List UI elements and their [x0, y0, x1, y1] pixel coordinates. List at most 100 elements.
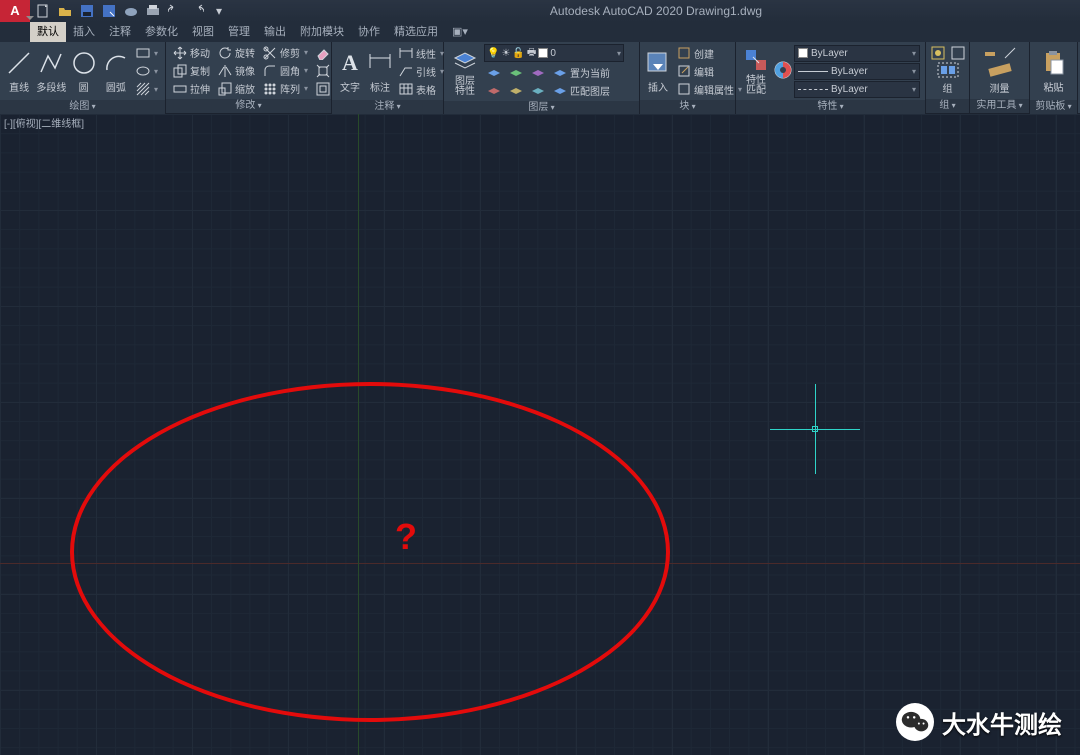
panel-anno-title[interactable]: 注释	[374, 101, 400, 112]
tab-default[interactable]: 默认	[30, 22, 66, 42]
tab-view[interactable]: 视图	[185, 22, 221, 42]
tab-insert[interactable]: 插入	[66, 22, 102, 42]
tab-collab[interactable]: 协作	[351, 22, 387, 42]
panel-annotate: A文字 标注 线性 引线 表格 注释	[332, 42, 444, 113]
layer-btn-1[interactable]	[484, 64, 504, 81]
tab-featured[interactable]: 精选应用	[387, 22, 445, 42]
tab-addins[interactable]: 附加模块	[293, 22, 351, 42]
panel-draw-title[interactable]: 绘图	[69, 101, 95, 112]
group-edit-button[interactable]	[948, 44, 968, 61]
panel-layers-title[interactable]: 图层	[528, 102, 554, 113]
panel-modify: 移动 复制 拉伸 旋转 镜像 缩放 修剪 圆角 阵列 修改	[166, 42, 332, 113]
layer-btn-6[interactable]	[528, 82, 548, 99]
layer-btn-2[interactable]	[484, 82, 504, 99]
group-create-button[interactable]	[928, 44, 948, 61]
redo-icon[interactable]	[188, 2, 206, 20]
util-btn-1[interactable]	[980, 44, 1000, 61]
lineweight-combo[interactable]: ByLayer	[794, 63, 920, 80]
scale-label: 缩放	[235, 81, 255, 96]
layer-btn-3[interactable]	[506, 64, 526, 81]
tab-parametric[interactable]: 参数化	[138, 22, 185, 42]
panel-util: 测量 实用工具	[970, 42, 1030, 113]
trim-button[interactable]: 修剪	[260, 44, 311, 61]
app-title: Autodesk AutoCAD 2020 Drawing1.dwg	[232, 4, 1080, 18]
watermark: 大水牛测绘	[896, 703, 1062, 741]
edit-label: 编辑	[694, 64, 714, 79]
layer-btn-4[interactable]	[506, 82, 526, 99]
create-label: 创建	[694, 46, 714, 61]
array-button[interactable]: 阵列	[260, 80, 311, 97]
plot-icon[interactable]	[144, 2, 162, 20]
matchlayer-button[interactable]: 匹配图层	[550, 82, 613, 99]
undo-icon[interactable]	[166, 2, 184, 20]
circle-button[interactable]: 圆	[69, 44, 99, 98]
util-btn-2[interactable]	[1000, 44, 1020, 61]
copy-button[interactable]: 复制	[170, 62, 213, 79]
table-button[interactable]: 表格	[396, 81, 447, 98]
matchlayer-label: 匹配图层	[570, 83, 610, 98]
leader-button[interactable]: 引线	[396, 63, 447, 80]
linear-button[interactable]: 线性	[396, 45, 447, 62]
qat-dropdown-icon[interactable]: ▾	[210, 2, 228, 20]
bulb-icon: 💡	[487, 48, 499, 59]
drawing-canvas[interactable]: [-][俯视][二维线框] ? 大水牛测绘	[0, 114, 1080, 755]
tab-apps-icon[interactable]: ▣▾	[445, 22, 475, 42]
insert-button[interactable]: 插入	[644, 44, 672, 98]
text-button[interactable]: A文字	[336, 44, 364, 98]
move-button[interactable]: 移动	[170, 44, 213, 61]
app-menu-button[interactable]: A	[0, 0, 30, 22]
erase-button[interactable]	[313, 44, 333, 61]
offset-button[interactable]	[313, 80, 333, 97]
tab-manage[interactable]: 管理	[221, 22, 257, 42]
viewport-label[interactable]: [-][俯视][二维线框]	[4, 115, 84, 130]
tab-annotate[interactable]: 注释	[102, 22, 138, 42]
saveas-icon[interactable]	[100, 2, 118, 20]
edit-button[interactable]: 编辑	[674, 63, 745, 80]
color-button[interactable]	[774, 44, 792, 98]
color-swatch	[538, 48, 548, 58]
scale-button[interactable]: 缩放	[215, 80, 258, 97]
open-icon[interactable]	[56, 2, 74, 20]
panel-clip-title[interactable]: 剪贴板	[1035, 101, 1071, 112]
mirror-label: 镜像	[235, 63, 255, 78]
explode-button[interactable]	[313, 62, 333, 79]
panel-block-title[interactable]: 块	[679, 101, 695, 112]
paste-button[interactable]: 粘贴	[1034, 44, 1073, 98]
tab-output[interactable]: 输出	[257, 22, 293, 42]
setcurrent-button[interactable]: 置为当前	[550, 64, 613, 81]
stretch-button[interactable]: 拉伸	[170, 80, 213, 97]
save-icon[interactable]	[78, 2, 96, 20]
layer-props-button[interactable]: 图层 特性	[448, 45, 482, 99]
arc-button[interactable]: 圆弧	[101, 44, 131, 98]
hatch-button[interactable]	[133, 81, 161, 98]
line-button[interactable]: 直线	[4, 44, 34, 98]
linetype-combo[interactable]: ByLayer	[794, 81, 920, 98]
panel-util-title[interactable]: 实用工具	[976, 100, 1022, 111]
text-label: 文字	[340, 79, 360, 94]
copy-label: 复制	[190, 63, 210, 78]
move-label: 移动	[190, 45, 210, 60]
group-button[interactable]: 组	[930, 61, 966, 95]
mirror-button[interactable]: 镜像	[215, 62, 258, 79]
matchprop-button[interactable]: 特性 匹配	[740, 44, 772, 98]
create-button[interactable]: 创建	[674, 45, 745, 62]
panel-draw: 直线 多段线 圆 圆弧 绘图	[0, 42, 166, 113]
new-icon[interactable]	[34, 2, 52, 20]
ellipse-button[interactable]	[133, 63, 161, 80]
editattr-button[interactable]: 编辑属性	[674, 81, 745, 98]
fillet-button[interactable]: 圆角	[260, 62, 311, 79]
cloud-icon[interactable]	[122, 2, 140, 20]
wechat-icon	[896, 703, 934, 741]
measure-button[interactable]: 测量	[974, 61, 1026, 95]
layer-combo[interactable]: 💡 ☀ 🔓 🖶 0	[484, 44, 624, 62]
polyline-button[interactable]: 多段线	[36, 44, 66, 98]
rotate-button[interactable]: 旋转	[215, 44, 258, 61]
panel-modify-title[interactable]: 修改	[235, 100, 261, 111]
color-combo[interactable]: ByLayer	[794, 45, 920, 62]
dim-button[interactable]: 标注	[366, 44, 394, 98]
panel-props-title[interactable]: 特性	[817, 101, 843, 112]
panel-group-title[interactable]: 组	[939, 100, 955, 111]
setcurrent-label: 置为当前	[570, 65, 610, 80]
layer-btn-5[interactable]	[528, 64, 548, 81]
rectangle-button[interactable]	[133, 45, 161, 62]
